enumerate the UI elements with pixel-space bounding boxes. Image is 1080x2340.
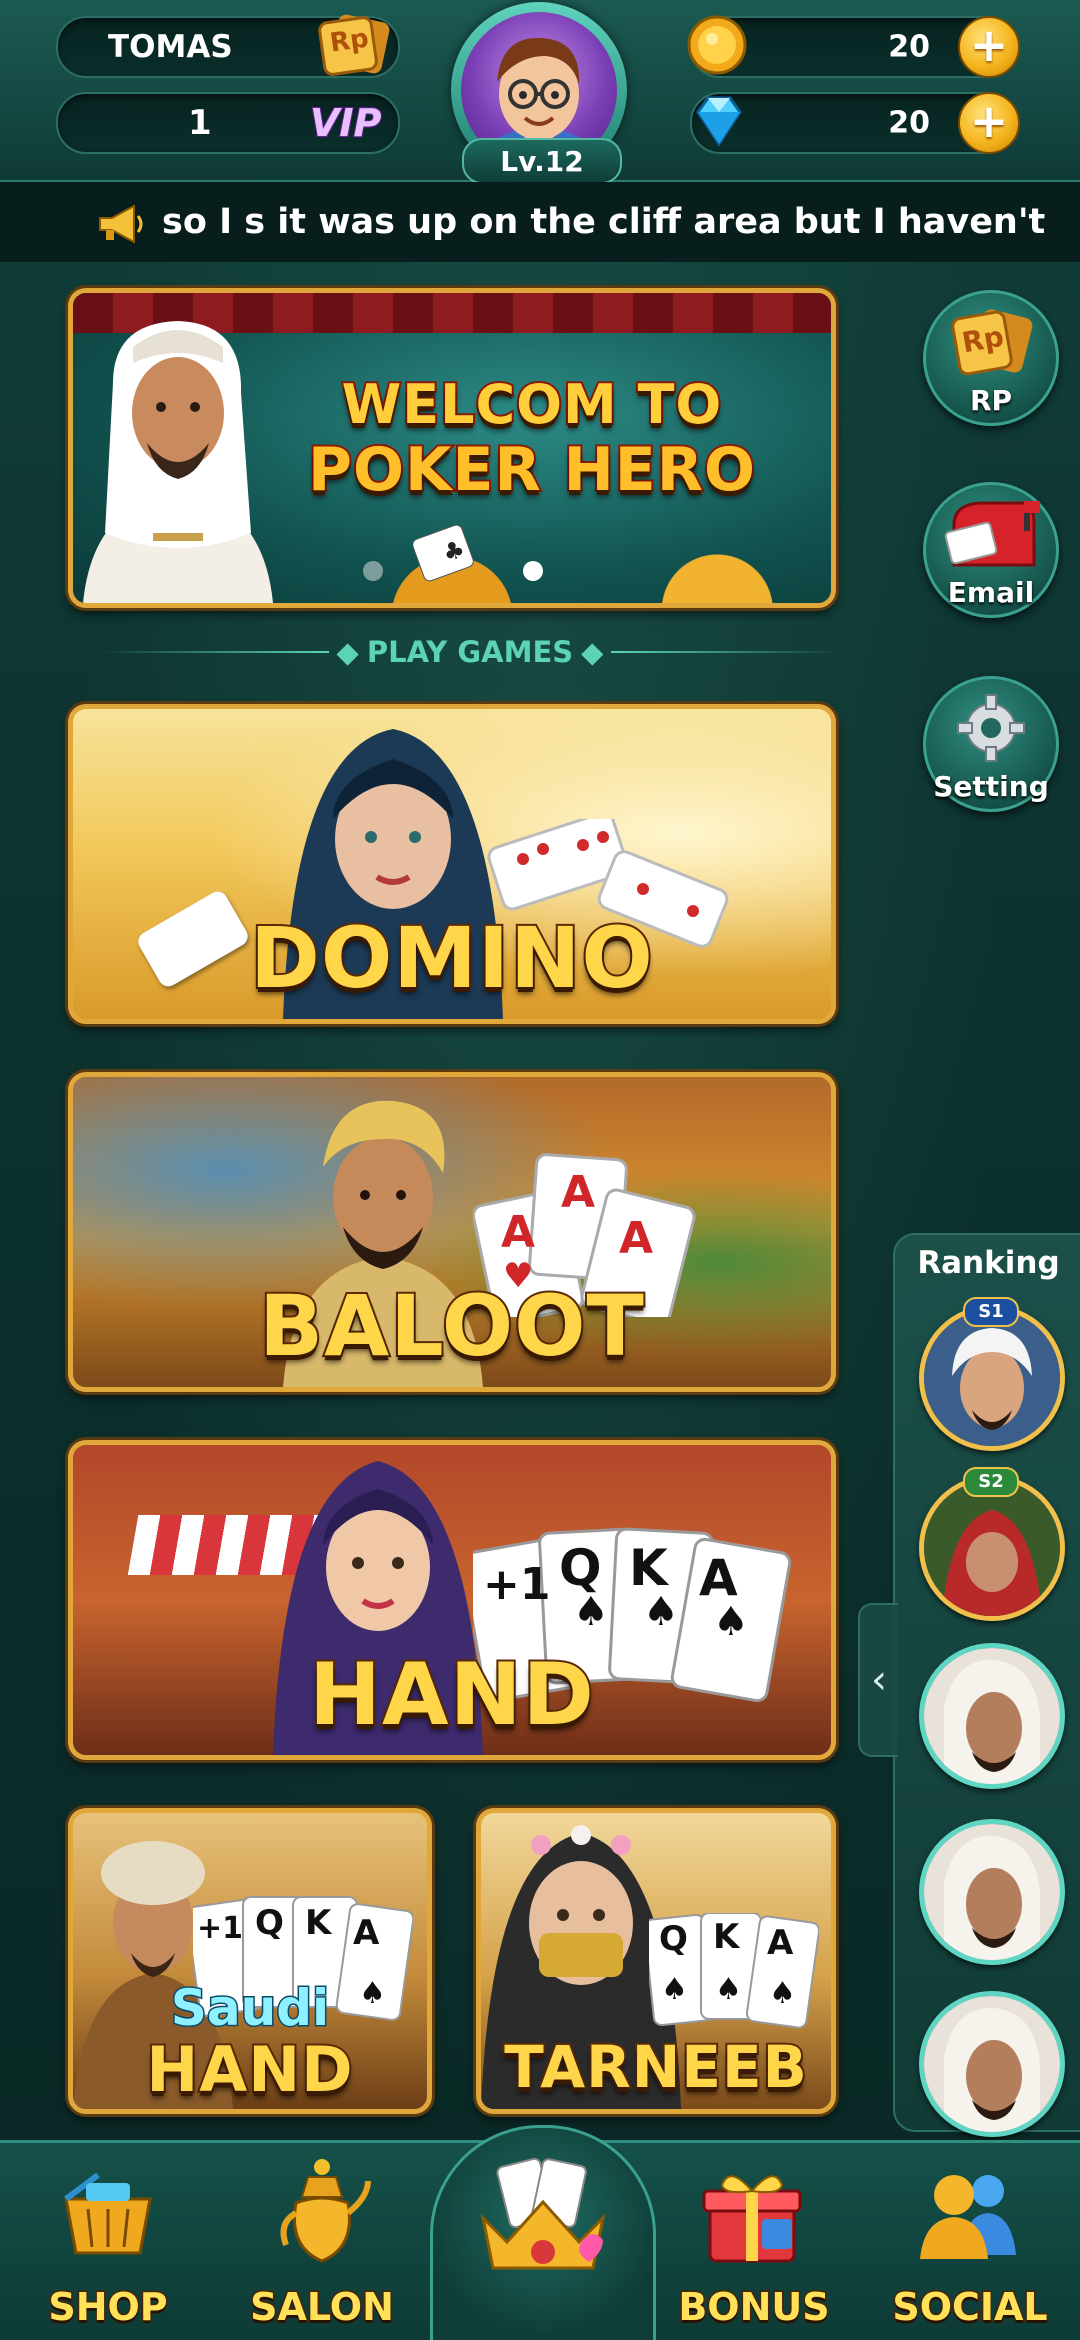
tarneeb-card-a: A xyxy=(767,1923,794,1963)
tarneeb-title: TARNEEB xyxy=(502,2031,809,2103)
saudi-hand-subtitle: Saudi xyxy=(169,1978,330,2039)
svg-text:♠: ♠ xyxy=(715,1972,742,2007)
coffee-pot-icon xyxy=(272,2157,372,2267)
setting-button[interactable]: Setting xyxy=(923,676,1059,812)
rp-button[interactable]: Rp RP xyxy=(923,290,1059,426)
crown-cards-icon xyxy=(473,2157,613,2278)
carousel-dot-1[interactable] xyxy=(363,561,383,581)
gift-box-icon xyxy=(700,2161,804,2265)
gear-icon xyxy=(956,693,1026,763)
hand-card-plus1: +1 xyxy=(483,1559,551,1610)
vip-level-text: 1 xyxy=(188,103,212,143)
saudi-card-k: K xyxy=(305,1903,332,1943)
news-ticker: so I s it was up on the cliff area but I… xyxy=(0,182,1080,262)
promo-cards: ♣ xyxy=(412,523,493,583)
saudi-card-q: Q xyxy=(255,1903,284,1943)
heading-divider-left xyxy=(100,651,329,653)
baloot-title: BALOOT xyxy=(257,1275,646,1377)
hand-game-card[interactable]: ♠ ♠ ♠ +1 Q K A HAND xyxy=(68,1440,836,1760)
people-icon xyxy=(914,2165,1024,2261)
svg-text:A: A xyxy=(561,1167,595,1218)
ticker-message: so I s it was up on the cliff area but I… xyxy=(162,202,1046,242)
diamonds-value: 20 xyxy=(888,105,930,141)
nav-salon[interactable]: SALON xyxy=(232,2143,412,2340)
nav-social[interactable]: SOCIAL xyxy=(880,2143,1060,2340)
saudi-card-plus1: +1 xyxy=(197,1911,244,1946)
nav-bonus[interactable]: BONUS xyxy=(664,2143,844,2340)
top-bar: TOMAS Rp 1 VIP Lv.12 20 + 20 + xyxy=(0,0,1080,184)
nav-bonus-label: BONUS xyxy=(677,2284,831,2331)
svg-text:A: A xyxy=(619,1213,653,1264)
add-coins-button[interactable]: + xyxy=(958,16,1020,78)
chevron-left-icon: ‹ xyxy=(871,1657,887,1703)
bottom-navigation: SHOP SALON BONUS SOCIAL xyxy=(0,2125,1080,2340)
domino-game-card[interactable]: DOMINO xyxy=(68,704,836,1024)
rank-badge-2: S2 xyxy=(963,1467,1019,1497)
promo-line1: WELCOM TO xyxy=(340,371,724,438)
ranking-panel[interactable]: Ranking S1 S2 xyxy=(893,1233,1080,2137)
promo-banner[interactable]: WELCOM TO POKER HERO ♣ xyxy=(68,288,836,608)
hand-card-q: Q xyxy=(559,1539,602,1597)
add-diamonds-button[interactable]: + xyxy=(958,92,1020,154)
tarneeb-cards: ♠ ♠ ♠ Q K A xyxy=(643,1912,821,2033)
heading-ornament-left: ◆ xyxy=(336,635,359,669)
vip-pill[interactable]: 1 VIP xyxy=(56,92,400,154)
tarneeb-card-q: Q xyxy=(659,1919,688,1959)
rank-avatar-5[interactable] xyxy=(919,1991,1065,2137)
svg-text:♠: ♠ xyxy=(769,1976,796,2011)
baloot-game-card[interactable]: A A A ♥ BALOOT xyxy=(68,1072,836,1392)
svg-text:♠: ♠ xyxy=(661,1972,688,2007)
app-root: TOMAS Rp 1 VIP Lv.12 20 + 20 + so I s it… xyxy=(0,0,1080,2340)
nav-shop[interactable]: SHOP xyxy=(18,2143,198,2340)
rp-label: RP xyxy=(969,384,1013,417)
saudi-card-a: A xyxy=(353,1913,380,1953)
level-badge: Lv.12 xyxy=(462,138,622,184)
tarneeb-card-k: K xyxy=(713,1917,740,1957)
play-games-heading: ◆ PLAY GAMES ◆ xyxy=(100,630,840,674)
rank-avatar-4[interactable] xyxy=(919,1819,1065,1965)
svg-text:A: A xyxy=(501,1207,535,1258)
hand-card-a: A xyxy=(699,1549,738,1607)
rp-cards-icon: Rp xyxy=(948,307,1034,377)
hand-card-k: K xyxy=(629,1539,668,1597)
tarneeb-game-card[interactable]: ♠ ♠ ♠ Q K A TARNEEB xyxy=(476,1808,836,2114)
email-label: Email xyxy=(947,576,1035,609)
coins-value: 20 xyxy=(888,29,930,65)
setting-label: Setting xyxy=(933,770,1049,803)
section-title: PLAY GAMES xyxy=(366,635,574,669)
shopping-basket-icon xyxy=(58,2169,158,2259)
vip-label: VIP xyxy=(309,100,382,146)
rank-avatar-3[interactable] xyxy=(919,1643,1065,1789)
diamond-icon xyxy=(686,88,752,154)
nav-salon-label: SALON xyxy=(249,2284,396,2331)
megaphone-icon xyxy=(96,204,146,244)
saudi-hand-game-card[interactable]: ♠ +1 Q K A Saudi HAND xyxy=(68,1808,432,2114)
username-text: TOMAS xyxy=(108,29,233,65)
coin-icon xyxy=(684,12,750,78)
rp-card-icon: Rp xyxy=(312,12,398,78)
heading-ornament-right: ◆ xyxy=(581,635,604,669)
ranking-title: Ranking xyxy=(917,1245,1060,1281)
mailbox-icon xyxy=(944,495,1040,571)
domino-title: DOMINO xyxy=(248,907,655,1009)
rank-badge-1: S1 xyxy=(963,1297,1019,1327)
promo-line2: POKER HERO xyxy=(306,433,757,507)
rp-icon-text: Rp xyxy=(328,23,371,59)
carousel-dot-2[interactable] xyxy=(523,561,543,581)
heading-divider-right xyxy=(611,651,840,653)
nav-home-button[interactable] xyxy=(430,2125,656,2340)
saudi-hand-title: HAND xyxy=(144,2031,354,2108)
ranking-collapse-button[interactable]: ‹ xyxy=(858,1603,898,1757)
email-button[interactable]: Email xyxy=(923,482,1059,618)
nav-shop-label: SHOP xyxy=(47,2284,169,2331)
nav-social-label: SOCIAL xyxy=(891,2284,1049,2331)
hand-title: HAND xyxy=(307,1643,596,1747)
